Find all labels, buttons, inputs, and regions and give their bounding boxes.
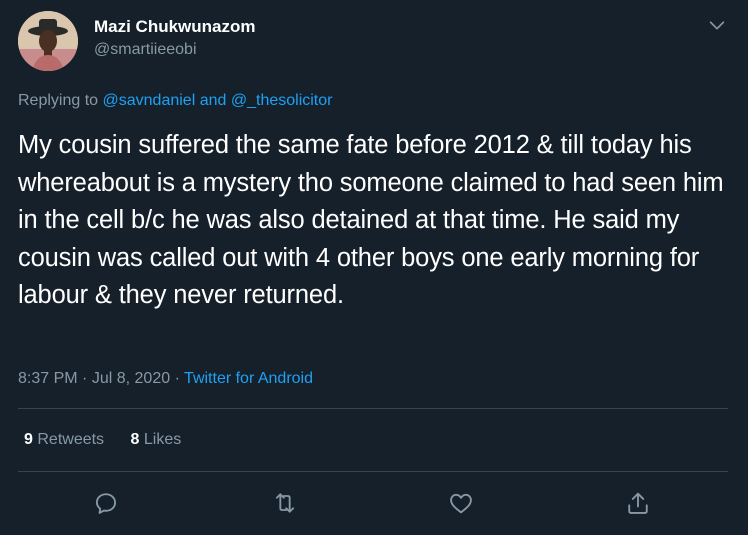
meta-separator: · <box>174 370 180 387</box>
tweet-text: My cousin suffered the same fate before … <box>18 131 724 309</box>
tweet-stats: 9 Retweets 8 Likes <box>24 431 203 449</box>
author-name[interactable]: Mazi Chukwunazom <box>94 17 256 37</box>
meta-separator: · <box>82 370 88 387</box>
likes-stat[interactable]: 8 Likes <box>131 431 182 449</box>
avatar-image <box>18 11 78 71</box>
retweets-count: 9 <box>24 431 33 448</box>
replying-prefix: Replying to <box>18 92 99 109</box>
share-icon[interactable] <box>624 489 652 517</box>
divider <box>18 408 728 409</box>
divider <box>18 471 728 472</box>
tweet-date[interactable]: Jul 8, 2020 <box>92 370 170 387</box>
retweet-icon[interactable] <box>271 489 299 517</box>
heart-icon[interactable] <box>447 489 475 517</box>
author-handle[interactable]: @smartiieeobi <box>94 41 197 59</box>
retweets-label: Retweets <box>37 431 105 448</box>
tweet-meta: 8:37 PM · Jul 8, 2020 · Twitter for Andr… <box>18 370 313 388</box>
likes-label: Likes <box>143 431 182 448</box>
replying-to: Replying to @savndaniel and @_thesolicit… <box>18 92 332 110</box>
likes-count: 8 <box>130 431 140 448</box>
tweet-time[interactable]: 8:37 PM <box>18 370 78 387</box>
replying-and: and <box>199 92 227 109</box>
mention-link-thesolicitor[interactable]: @_thesolicitor <box>231 92 333 109</box>
chevron-down-icon[interactable] <box>706 14 728 36</box>
avatar[interactable] <box>18 11 78 71</box>
retweets-stat[interactable]: 9 Retweets <box>24 431 104 449</box>
tweet-source-link[interactable]: Twitter for Android <box>184 370 313 387</box>
reply-icon[interactable] <box>92 489 120 517</box>
mention-link-savndaniel[interactable]: @savndaniel <box>103 92 196 109</box>
